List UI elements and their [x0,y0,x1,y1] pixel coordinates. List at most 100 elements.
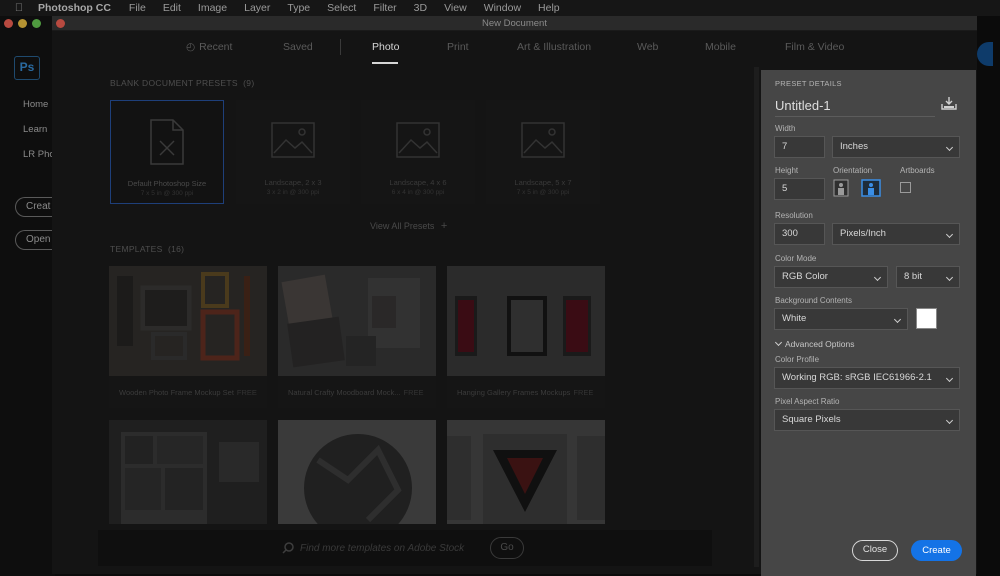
width-input[interactable]: 7 [774,136,825,158]
stock-search-bar: Find more templates on Adobe Stock Go [98,530,712,566]
create-button[interactable]: Create [911,540,962,561]
open-button[interactable]: Open [15,230,55,250]
chevron-down-icon[interactable] [774,338,783,347]
color-profile-select[interactable]: Working RGB: sRGB IEC61966-2.1 [774,367,960,389]
color-mode-select[interactable]: RGB Color [774,266,888,288]
learn-link[interactable]: Learn [23,124,47,135]
menu-select[interactable]: Select [327,2,356,14]
category-tabs: ◴ Recent Saved Photo Print Art & Illustra… [52,31,977,67]
home-sidebar: Ps Home Learn LR Pho Creat Open [0,16,55,576]
background-color-swatch[interactable] [916,308,937,329]
app-menu[interactable]: Photoshop CC [38,2,111,14]
panel-heading: PRESET DETAILS [775,79,842,88]
preset-name: Landscape, 5 x 7 [514,178,572,187]
tab-web[interactable]: Web [637,41,658,53]
menu-view[interactable]: View [444,2,467,14]
menu-layer[interactable]: Layer [244,2,270,14]
title-bar: New Document [52,16,977,31]
preset-size: 3 x 2 in @ 300 ppi [266,189,320,196]
template-thumbnail [109,266,267,376]
chevron-down-icon [945,416,954,425]
resolution-input[interactable]: 300 [774,223,825,245]
templates-heading: TEMPLATES (16) [110,244,185,254]
background-contents-select[interactable]: White [774,308,908,330]
tab-recent[interactable]: ◴ Recent [186,41,232,53]
template-card[interactable]: Wooden Photo Frame Mockup Set FREE [109,266,267,408]
advanced-options-toggle[interactable]: Advanced Options [785,339,854,349]
tab-separator [340,39,341,55]
menu-file[interactable]: File [129,2,146,14]
document-name-underline [775,116,935,117]
traffic-minimize-icon[interactable] [18,19,27,28]
menu-window[interactable]: Window [484,2,521,14]
traffic-close-icon[interactable] [4,19,13,28]
artboards-checkbox[interactable] [900,182,911,193]
tab-print[interactable]: Print [447,41,469,53]
preset-landscape-4x6[interactable]: Landscape, 4 x 6 6 x 4 in @ 300 ppi [361,100,475,204]
preset-name: Landscape, 2 x 3 [264,178,322,187]
document-name-field[interactable]: Untitled-1 [775,98,831,113]
template-card[interactable] [278,420,436,524]
preset-name: Landscape, 4 x 6 [389,178,447,187]
apple-icon[interactable]:  [0,2,38,14]
tab-saved[interactable]: Saved [283,41,313,53]
menu-help[interactable]: Help [538,2,560,14]
lr-photos-link[interactable]: LR Pho [23,149,55,160]
save-preset-icon[interactable] [941,96,957,110]
template-thumbnail [278,420,436,524]
close-button[interactable]: Close [852,540,898,561]
preset-landscape-5x7[interactable]: Landscape, 5 x 7 7 x 5 in @ 300 ppi [486,100,600,204]
menu-3d[interactable]: 3D [414,2,427,14]
tab-mobile[interactable]: Mobile [705,41,736,53]
preset-default-photoshop-size[interactable]: Default Photoshop Size 7 x 5 in @ 300 pp… [110,100,224,204]
scrollbar[interactable] [754,67,759,567]
tab-film-video[interactable]: Film & Video [785,41,844,53]
height-label: Height [775,166,799,175]
artboards-label: Artboards [900,166,935,175]
stock-search-input[interactable]: Find more templates on Adobe Stock [300,543,464,554]
traffic-zoom-icon[interactable] [32,19,41,28]
landscape-orientation-icon[interactable] [861,179,881,197]
bit-depth-select[interactable]: 8 bit [896,266,960,288]
template-card[interactable]: Hanging Gallery Frames Mockups FREE [447,266,605,408]
template-caption: Hanging Gallery Frames Mockups FREE [457,388,594,397]
image-icon [396,122,440,158]
user-avatar[interactable] [977,42,993,66]
preset-details-panel: PRESET DETAILS Untitled-1 Width 7 Inches… [761,70,976,576]
menu-filter[interactable]: Filter [373,2,396,14]
search-icon [282,542,294,554]
preset-name: Default Photoshop Size [127,179,207,188]
chevron-down-icon [893,315,902,324]
menu-edit[interactable]: Edit [163,2,181,14]
template-card[interactable] [109,420,267,524]
template-caption: Wooden Photo Frame Mockup Set FREE [119,388,257,397]
chevron-down-icon [945,273,954,282]
menu-bar:  Photoshop CC File Edit Image Layer Typ… [0,0,1000,16]
home-link[interactable]: Home [23,99,48,110]
pixel-aspect-select[interactable]: Square Pixels [774,409,960,431]
menu-image[interactable]: Image [198,2,227,14]
template-card[interactable] [447,420,605,524]
template-thumbnail [109,420,267,524]
template-card[interactable]: Natural Crafty Moodboard Mock... FREE [278,266,436,408]
chevron-down-icon [945,374,954,383]
tab-art-illustration[interactable]: Art & Illustration [517,41,591,53]
orientation-label: Orientation [833,166,873,175]
width-label: Width [775,124,796,133]
go-button[interactable]: Go [490,537,524,559]
create-new-button[interactable]: Creat [15,197,55,217]
color-profile-label: Color Profile [775,355,820,364]
menu-type[interactable]: Type [287,2,310,14]
template-caption: Natural Crafty Moodboard Mock... FREE [288,388,424,397]
height-input[interactable]: 5 [774,178,825,200]
preset-size: 6 x 4 in @ 300 ppi [391,189,445,196]
view-all-presets-link[interactable]: View All Presets + [370,220,447,232]
resolution-unit-select[interactable]: Pixels/Inch [832,223,960,245]
portrait-orientation-icon[interactable] [833,179,849,197]
preset-landscape-2x3[interactable]: Landscape, 2 x 3 3 x 2 in @ 300 ppi [236,100,350,204]
pixel-aspect-label: Pixel Aspect Ratio [775,397,840,406]
tab-photo[interactable]: Photo [372,41,399,53]
width-unit-select[interactable]: Inches [832,136,960,158]
template-thumbnail [278,266,436,376]
plus-icon: + [440,220,448,232]
